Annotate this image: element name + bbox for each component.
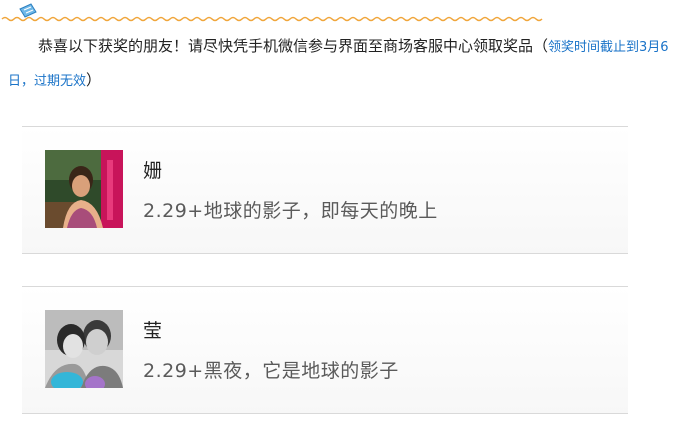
couple-photo-icon bbox=[45, 310, 123, 388]
divider bbox=[22, 286, 628, 287]
ribbon-icon bbox=[19, 3, 37, 18]
winner-photo-icon bbox=[45, 150, 123, 228]
notice-main-text: 恭喜以下获奖的朋友！请尽快凭手机微信参与界面至商场客服中心领取奖品 bbox=[38, 37, 534, 55]
winner-card: 姗 2.29+地球的影子，即每天的晚上 bbox=[22, 126, 628, 254]
divider bbox=[22, 126, 628, 127]
winner-message: 2.29+地球的影子，即每天的晚上 bbox=[143, 200, 438, 222]
decorative-wavy-line bbox=[1, 3, 543, 22]
notice-paren-open: （ bbox=[533, 37, 549, 55]
avatar bbox=[45, 150, 123, 228]
avatar bbox=[45, 310, 123, 388]
winner-name: 莹 bbox=[143, 320, 163, 342]
divider bbox=[22, 413, 628, 414]
winner-card: 莹 2.29+黑夜，它是地球的影子 bbox=[22, 286, 628, 414]
divider bbox=[22, 253, 628, 254]
winner-name: 姗 bbox=[143, 160, 163, 182]
notice-paren-close: ） bbox=[86, 71, 102, 89]
winner-notice: 恭喜以下获奖的朋友！请尽快凭手机微信参与界面至商场客服中心领取奖品（领奖时间截止… bbox=[8, 30, 670, 98]
winner-message: 2.29+黑夜，它是地球的影子 bbox=[143, 360, 399, 382]
